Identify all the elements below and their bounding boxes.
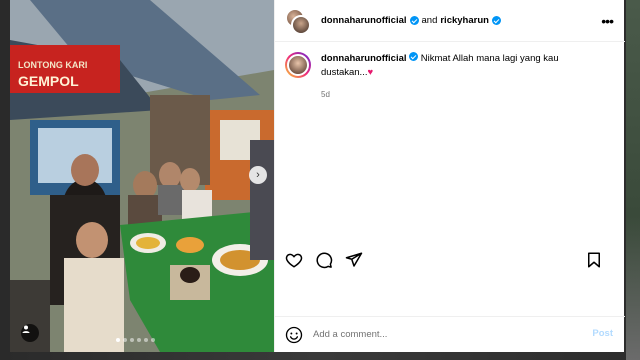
post-header: donnaharunofficial and rickyharun ••• <box>275 0 625 42</box>
photo-scene: LONTONG KARI GEMPOL <box>10 0 274 352</box>
caption-body: donnaharunofficial Nikmat Allah mana lag… <box>321 52 601 102</box>
post-timestamp[interactable]: 5d <box>321 88 601 102</box>
sign-line-2: GEMPOL <box>18 73 79 89</box>
carousel-dot <box>130 338 134 342</box>
author-link[interactable]: donnaharunofficial <box>321 15 407 26</box>
more-horizontal-icon: ••• <box>601 13 614 29</box>
joiner-text: and <box>421 15 438 26</box>
verified-icon <box>409 16 419 25</box>
comment-button[interactable] <box>315 251 333 269</box>
collab-names: donnaharunofficial and rickyharun <box>321 15 501 26</box>
collab-avatars[interactable] <box>285 7 311 35</box>
emoji-picker-button[interactable] <box>285 326 303 344</box>
save-button[interactable] <box>585 251 603 269</box>
carousel-dot <box>123 338 127 342</box>
post-comment-button[interactable]: Post <box>592 328 613 339</box>
heart-icon <box>285 253 303 268</box>
post-caption: donnaharunofficial Nikmat Allah mana lag… <box>285 52 615 102</box>
next-image-button[interactable]: › <box>249 166 267 184</box>
more-options-button[interactable]: ••• <box>601 13 614 29</box>
verified-icon <box>409 52 419 61</box>
user-tag-icon <box>22 325 30 333</box>
carousel-dot <box>137 338 141 342</box>
post-photo[interactable]: LONTONG KARI GEMPOL › <box>10 0 274 352</box>
caption-username[interactable]: donnaharunofficial <box>321 53 407 64</box>
share-button[interactable] <box>345 251 363 269</box>
bookmark-icon <box>588 252 600 268</box>
comment-input[interactable] <box>313 329 583 340</box>
avatar <box>287 54 309 76</box>
action-bar <box>285 250 615 270</box>
comment-icon <box>316 252 333 269</box>
tagged-users-button[interactable] <box>21 324 39 342</box>
comment-composer: Post <box>275 316 625 352</box>
smiley-icon <box>285 326 303 343</box>
carousel-dot <box>151 338 155 342</box>
share-icon <box>345 252 363 267</box>
backdrop-edge <box>626 0 640 360</box>
sign-line-1: LONTONG KARI <box>18 60 87 70</box>
caption-avatar[interactable] <box>285 52 311 78</box>
verified-icon <box>491 16 501 25</box>
post-side-panel: donnaharunofficial and rickyharun ••• do… <box>274 0 625 352</box>
like-button[interactable] <box>285 251 303 269</box>
chevron-right-icon: › <box>256 169 260 181</box>
post-modal: LONTONG KARI GEMPOL › donnaharunofficial… <box>10 0 625 352</box>
carousel-dot <box>144 338 148 342</box>
collaborator-link[interactable]: rickyharun <box>440 15 489 26</box>
carousel-dot <box>116 338 120 342</box>
carousel-indicator <box>116 338 155 342</box>
avatar <box>291 14 311 35</box>
heart-emoji-icon: ♥ <box>367 67 374 78</box>
